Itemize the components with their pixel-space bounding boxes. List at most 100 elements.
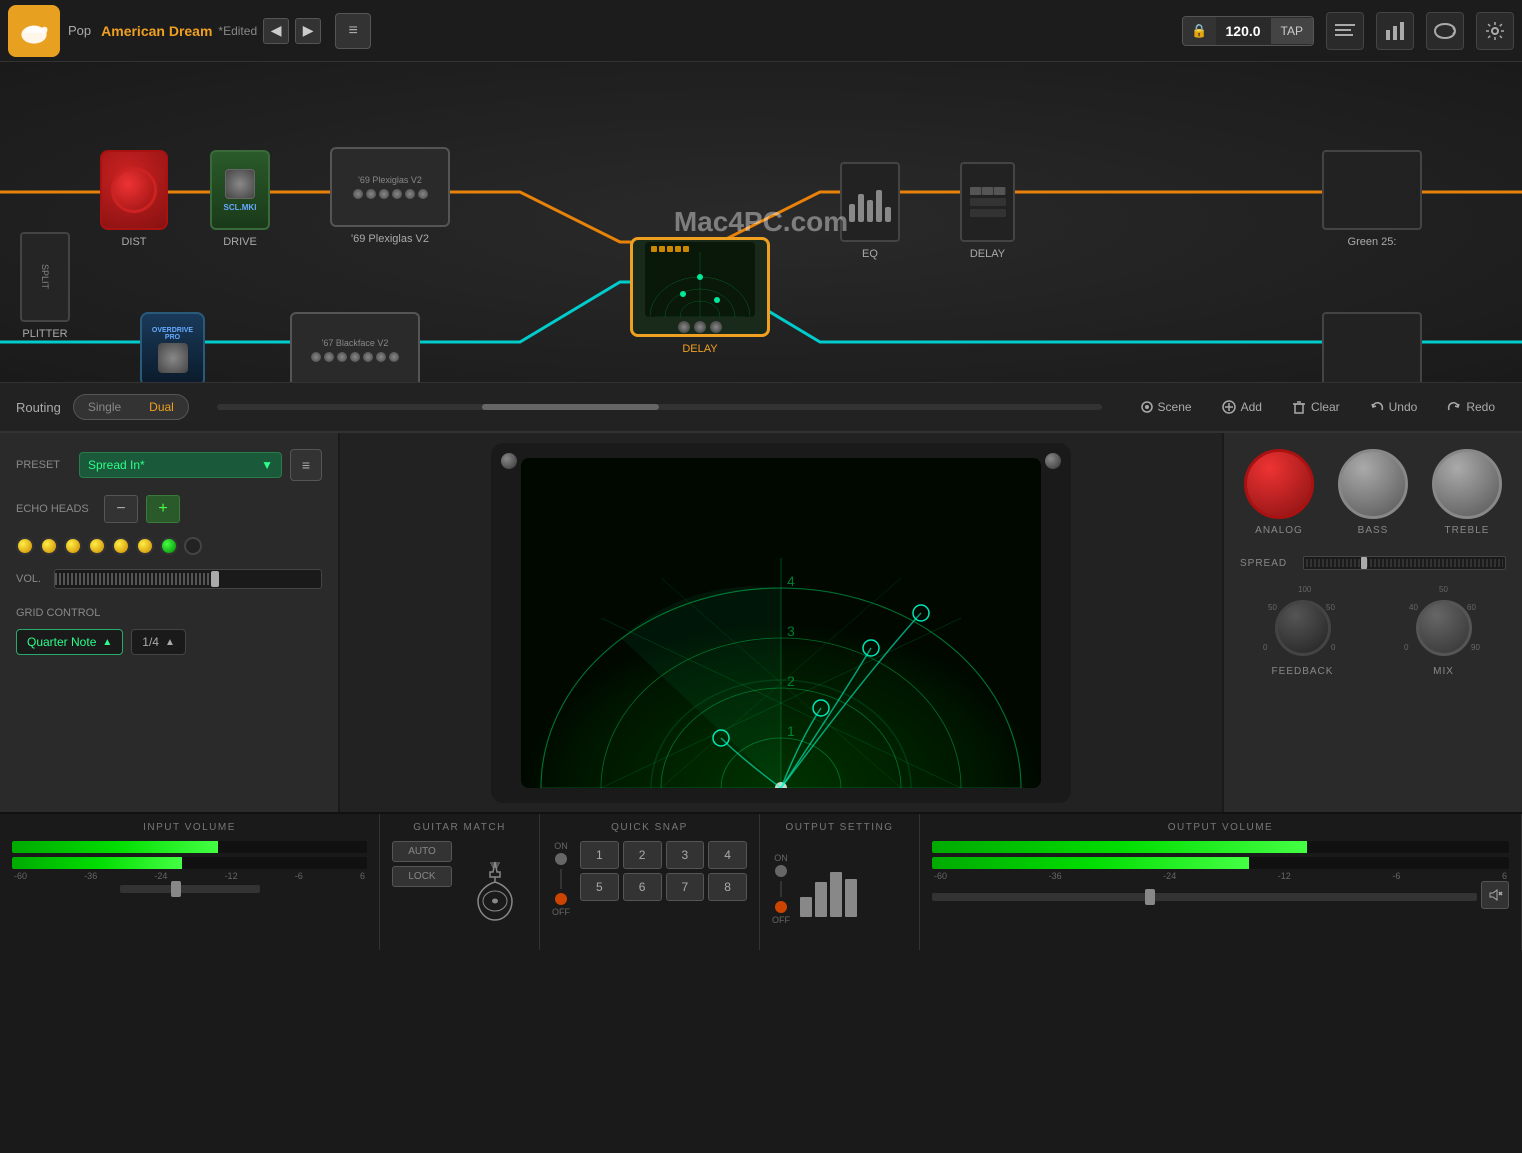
bass-knob-group: BASS xyxy=(1338,449,1408,536)
grid-control-label: GRID CONTROL xyxy=(16,607,100,619)
spread-row: SPREAD xyxy=(1240,556,1506,570)
output-off-led[interactable] xyxy=(775,901,787,913)
echo-heads-minus-button[interactable]: − xyxy=(104,495,138,523)
bottom-knobs-row: 0 50 100 50 0 FEEDBACK 0 40 50 xyxy=(1240,590,1506,677)
bf-knob-1 xyxy=(311,352,321,362)
amp-plexiglas-label: '69 Plexiglas V2 xyxy=(351,233,429,245)
led-2[interactable] xyxy=(40,537,58,555)
delay2-module[interactable]: DELAY xyxy=(960,162,1015,260)
radar-display[interactable]: 4 3 2 1 xyxy=(521,458,1041,788)
scene-icon xyxy=(1141,401,1153,413)
loop-button[interactable] xyxy=(1426,12,1464,50)
led-6[interactable] xyxy=(136,537,154,555)
grid-fraction-selector[interactable]: 1/4 ▲ xyxy=(131,629,186,655)
grid-note-selector[interactable]: Quarter Note ▲ xyxy=(16,629,123,655)
input-fader-track[interactable] xyxy=(120,885,260,893)
mute-button[interactable] xyxy=(1481,881,1509,909)
prev-preset-button[interactable]: ◀ xyxy=(263,18,289,44)
output-fader-track[interactable] xyxy=(932,893,1477,901)
clear-button[interactable]: Clear xyxy=(1281,394,1351,420)
undo-button[interactable]: Undo xyxy=(1359,394,1429,420)
routing-mode-toggle: Single Dual xyxy=(73,394,189,420)
bpm-lock-icon[interactable]: 🔒 xyxy=(1183,17,1215,45)
bass-knob[interactable] xyxy=(1338,449,1408,519)
preset-menu-button[interactable]: ≡ xyxy=(335,13,371,49)
out-tick-neg24: -24 xyxy=(1163,871,1176,881)
led-7[interactable] xyxy=(160,537,178,555)
treble-knob[interactable] xyxy=(1432,449,1502,519)
scene-button[interactable]: Scene xyxy=(1130,394,1203,420)
amp-blackface-module[interactable]: '67 Blackface V2 '67 Blackface V2 xyxy=(290,312,420,382)
preset-select-label: PRESET xyxy=(16,459,71,471)
snap-on-led[interactable] xyxy=(555,853,567,865)
bpm-control: 🔒 120.0 TAP xyxy=(1182,16,1314,46)
cab-green1-module[interactable]: Green 25: xyxy=(1322,150,1422,248)
preset-options-button[interactable]: ≡ xyxy=(290,449,322,481)
drive-bottom-text: OVERDRIVEPRO xyxy=(152,327,193,341)
cab-green2-module[interactable]: Green25 xyxy=(1322,312,1422,382)
auto-button[interactable]: AUTO xyxy=(392,841,452,862)
snap-grid-wrapper: 1 2 3 4 5 6 7 8 xyxy=(580,841,747,901)
drive-bottom-module[interactable]: OVERDRIVEPRO DRIVE xyxy=(140,312,205,382)
logo-button[interactable] xyxy=(8,5,60,57)
grid-fraction-arrow: ▲ xyxy=(165,637,175,648)
redo-button[interactable]: Redo xyxy=(1436,394,1506,420)
led-3[interactable] xyxy=(64,537,82,555)
feedback-knob-container: 0 50 100 50 0 xyxy=(1268,590,1338,660)
echo-heads-plus-button[interactable]: + xyxy=(146,495,180,523)
snap-btn-1[interactable]: 1 xyxy=(580,841,619,869)
dual-mode-button[interactable]: Dual xyxy=(135,395,188,419)
chain-scrollbar[interactable] xyxy=(217,404,1102,410)
analog-knob[interactable] xyxy=(1244,449,1314,519)
led-1[interactable] xyxy=(16,537,34,555)
spread-slider[interactable] xyxy=(1303,556,1506,570)
eq-bar-1 xyxy=(849,204,855,222)
amp-plexiglas-module[interactable]: '69 Plexiglas V2 '69 Plexiglas V2 xyxy=(330,147,450,245)
snap-btn-5[interactable]: 5 xyxy=(580,873,619,901)
snap-btn-2[interactable]: 2 xyxy=(623,841,662,869)
snap-btn-7[interactable]: 7 xyxy=(666,873,705,901)
screw-top-left xyxy=(501,453,517,469)
guitar-svg xyxy=(470,857,520,927)
single-mode-button[interactable]: Single xyxy=(74,395,135,419)
feedback-knob[interactable] xyxy=(1275,600,1331,656)
snap-btn-8[interactable]: 8 xyxy=(708,873,747,901)
bass-knob-label: BASS xyxy=(1358,525,1389,536)
bpm-tap-button[interactable]: TAP xyxy=(1271,18,1313,44)
undo-icon xyxy=(1370,400,1384,414)
add-button[interactable]: Add xyxy=(1211,394,1273,420)
splitter-module[interactable]: SPLIT PLITTER xyxy=(20,232,70,340)
settings-button[interactable] xyxy=(1476,12,1514,50)
drive-top-module[interactable]: SCL.MKI DRIVE xyxy=(210,150,270,248)
eq-module[interactable]: EQ xyxy=(840,162,900,260)
snap-off-led[interactable] xyxy=(555,893,567,905)
output-vol-meter xyxy=(932,841,1509,869)
snap-btn-4[interactable]: 4 xyxy=(708,841,747,869)
delay-knobs xyxy=(678,321,722,333)
mix-knob[interactable] xyxy=(1416,600,1472,656)
svg-text:0: 0 xyxy=(1331,643,1336,652)
quick-snap-section: QUICK SNAP ON OFF 1 2 3 4 5 6 7 8 xyxy=(540,814,760,950)
led-5[interactable] xyxy=(112,537,130,555)
delay-active-module[interactable]: DELAY xyxy=(630,237,770,355)
amp-knob-6 xyxy=(418,189,428,199)
preset-genre: Pop xyxy=(68,23,91,38)
next-preset-button[interactable]: ▶ xyxy=(295,18,321,44)
eq-bar-2 xyxy=(858,194,864,222)
preset-selector[interactable]: Spread In* ▼ xyxy=(79,452,282,478)
mix-knob-group: 0 40 50 60 90 MIX xyxy=(1409,590,1479,677)
output-on-led[interactable] xyxy=(775,865,787,877)
snap-btn-3[interactable]: 3 xyxy=(666,841,705,869)
led-8[interactable] xyxy=(184,537,202,555)
dist-module[interactable]: DIST xyxy=(100,150,168,248)
stats-button[interactable] xyxy=(1376,12,1414,50)
lock-button[interactable]: LOCK xyxy=(392,866,452,887)
out-bar-3 xyxy=(830,872,842,917)
volume-slider[interactable] xyxy=(54,569,322,589)
snap-btn-6[interactable]: 6 xyxy=(623,873,662,901)
treble-knob-wrapper xyxy=(1432,449,1502,519)
lyrics-button[interactable] xyxy=(1326,12,1364,50)
led-4[interactable] xyxy=(88,537,106,555)
amp-plexiglas-box: '69 Plexiglas V2 xyxy=(330,147,450,227)
delay-right-panel: ANALOG BASS TREBLE SPREAD xyxy=(1222,433,1522,812)
